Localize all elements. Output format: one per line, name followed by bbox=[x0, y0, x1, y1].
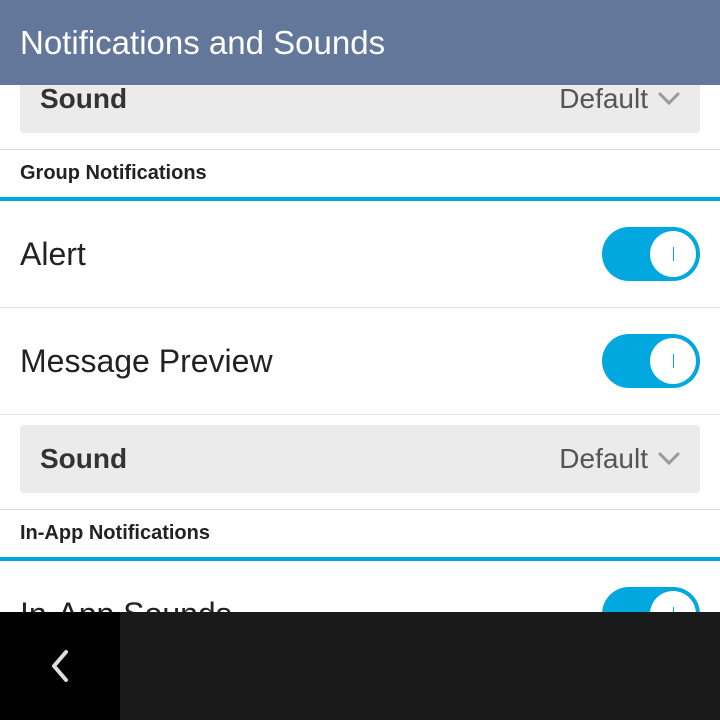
toggle-tick-icon bbox=[673, 354, 674, 368]
section-title: Group Notifications bbox=[20, 162, 207, 184]
bottom-bar bbox=[0, 612, 720, 720]
inapp-sounds-row[interactable]: In-App Sounds bbox=[0, 561, 720, 612]
message-preview-label: Message Preview bbox=[20, 343, 273, 380]
message-preview-toggle[interactable] bbox=[602, 334, 700, 388]
alert-label: Alert bbox=[20, 236, 86, 273]
toggle-knob bbox=[650, 231, 696, 277]
inapp-sounds-toggle[interactable] bbox=[602, 587, 700, 612]
dropdown-value-wrap: Default bbox=[559, 85, 680, 115]
page-header: Notifications and Sounds bbox=[0, 0, 720, 85]
content-area: Sound Default Group Notifications Alert … bbox=[0, 85, 720, 612]
group-sound-dropdown[interactable]: Sound Default bbox=[20, 425, 700, 493]
dropdown-value-text: Default bbox=[559, 443, 648, 475]
section-header-group: Group Notifications bbox=[0, 149, 720, 201]
message-preview-row[interactable]: Message Preview bbox=[0, 308, 720, 415]
chevron-down-icon bbox=[658, 92, 680, 106]
toggle-knob bbox=[650, 338, 696, 384]
dropdown-label: Sound bbox=[40, 443, 127, 475]
alert-toggle[interactable] bbox=[602, 227, 700, 281]
back-button[interactable] bbox=[0, 612, 120, 720]
dropdown-value-wrap: Default bbox=[559, 443, 680, 475]
alert-row[interactable]: Alert bbox=[0, 201, 720, 308]
section-title: In-App Notifications bbox=[20, 522, 210, 544]
chevron-left-icon bbox=[49, 648, 71, 684]
sound-dropdown-partial[interactable]: Sound Default bbox=[20, 85, 700, 133]
section-header-inapp: In-App Notifications bbox=[0, 509, 720, 561]
dropdown-value-text: Default bbox=[559, 85, 648, 115]
chevron-down-icon bbox=[658, 452, 680, 466]
page-title: Notifications and Sounds bbox=[20, 24, 385, 62]
inapp-sounds-label: In-App Sounds bbox=[20, 596, 232, 613]
dropdown-label: Sound bbox=[40, 85, 127, 115]
toggle-tick-icon bbox=[673, 247, 674, 261]
toggle-knob bbox=[650, 591, 696, 612]
divider-diagonal bbox=[120, 612, 160, 720]
